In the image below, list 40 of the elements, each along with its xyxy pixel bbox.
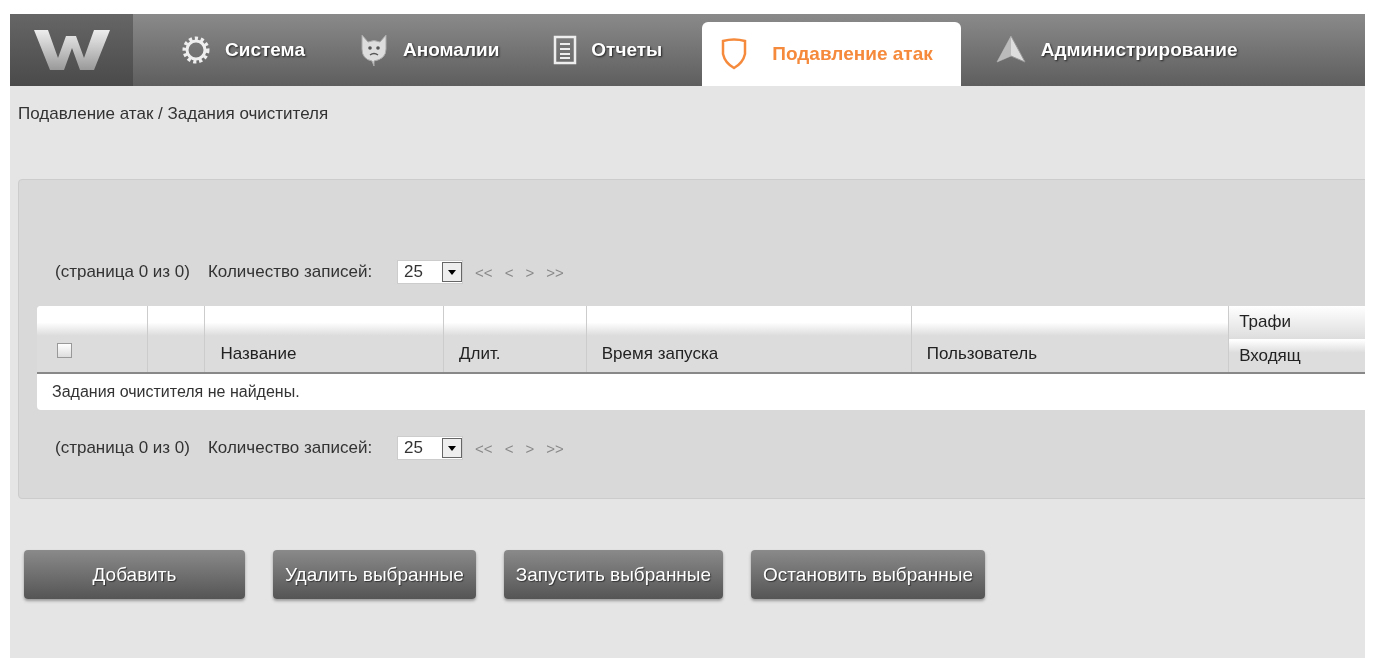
pager-link[interactable]: < <box>504 263 514 281</box>
header-cell: Входящ <box>1229 340 1365 372</box>
pager-link[interactable]: > <box>525 439 535 457</box>
header-cell: Длит. <box>444 306 587 372</box>
nav-tab[interactable]: Подавление атак <box>702 22 961 86</box>
arrow-icon <box>994 34 1027 66</box>
count-select[interactable]: 25 <box>397 260 464 284</box>
dropdown-icon <box>448 445 457 451</box>
header-group-cell: Трафи <box>1229 306 1365 340</box>
nav-tab[interactable]: Отчеты <box>545 18 683 82</box>
pager-link[interactable]: << <box>475 439 493 457</box>
page-info: (страница 0 из 0) <box>55 438 190 458</box>
pager-link[interactable]: > <box>525 263 535 281</box>
dropdown-icon <box>448 269 457 275</box>
nav-tab[interactable]: Система <box>173 18 325 82</box>
gear-icon <box>181 35 211 65</box>
devil-face-icon <box>358 33 389 67</box>
shield-icon <box>720 38 749 70</box>
empty-message: Задания очистителя не найдены. <box>51 382 301 402</box>
action-button[interactable]: Остановить выбранные <box>751 550 986 599</box>
count-select[interactable]: 25 <box>397 436 464 460</box>
checkbox[interactable] <box>57 343 72 358</box>
count-label: Количество записей: <box>207 262 373 282</box>
document-icon <box>553 35 578 65</box>
nav-tab[interactable]: Администрирование <box>986 18 1258 82</box>
nav-tab[interactable]: Аномалии <box>350 18 520 82</box>
logo-icon <box>10 14 133 86</box>
header-cell: Название <box>205 306 444 372</box>
action-button[interactable]: Удалить выбранные <box>273 550 476 599</box>
breadcrumb: Подавление атак / Задания очистителя <box>17 103 330 124</box>
pager-link[interactable]: >> <box>546 263 564 281</box>
action-button[interactable]: Запустить выбранные <box>503 550 724 599</box>
pager-link[interactable]: < <box>504 439 514 457</box>
header-cell: Время запуска <box>586 306 912 372</box>
pager-link[interactable]: << <box>475 263 493 281</box>
count-label: Количество записей: <box>207 438 373 458</box>
pager-link[interactable]: >> <box>546 439 564 457</box>
action-button[interactable]: Добавить <box>24 550 245 599</box>
header-cell: Пользователь <box>911 306 1230 372</box>
page-info: (страница 0 из 0) <box>55 262 190 282</box>
